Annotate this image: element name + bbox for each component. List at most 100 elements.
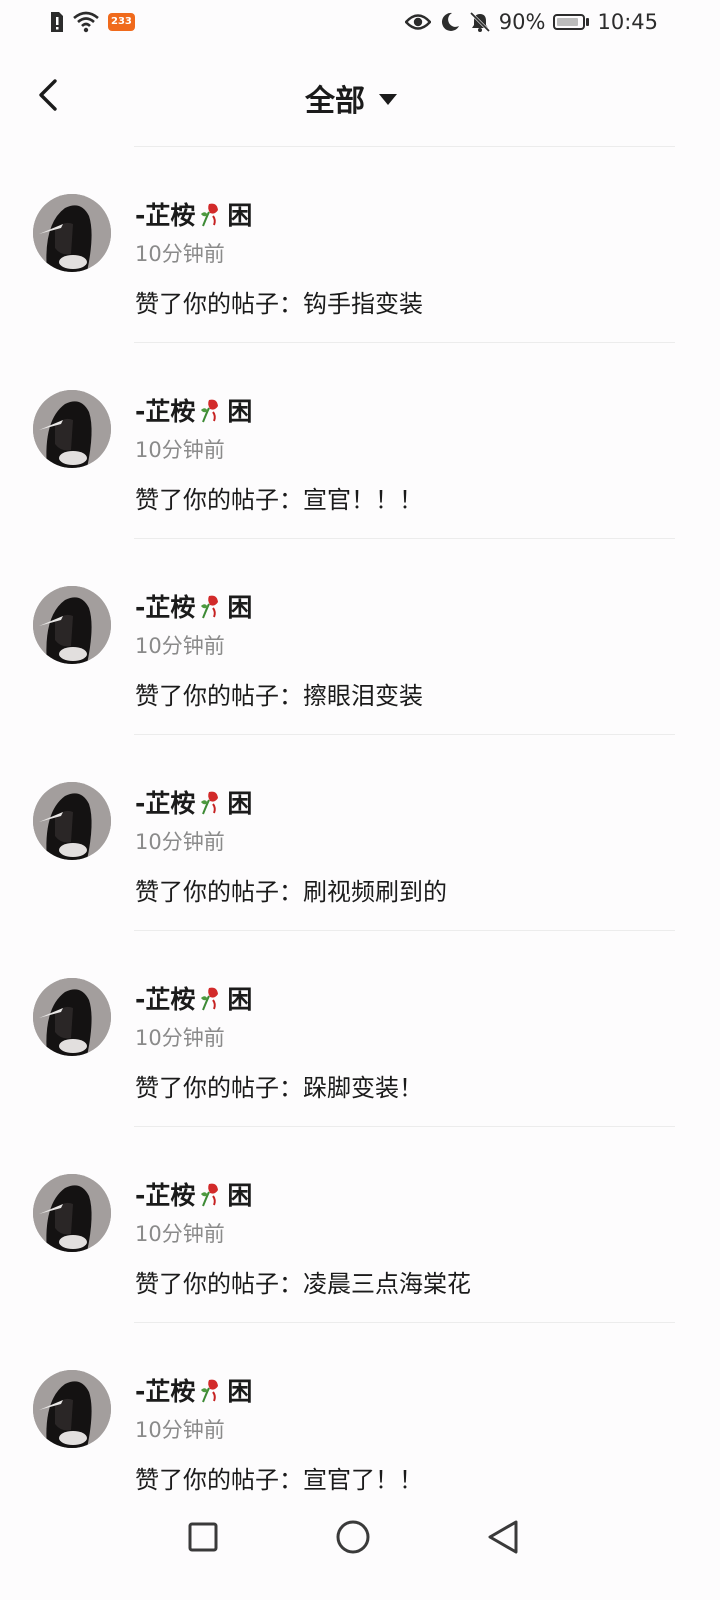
notification-text[interactable]: 赞了你的帖子： 擦眼泪变装 [135,676,423,711]
avatar-image [33,1174,111,1252]
timestamp: 10分钟前 [135,242,225,266]
notification-text[interactable]: 赞了你的帖子： 刷视频刷到的 [135,872,447,907]
notification-item[interactable]: -芷桉 困 10分钟前 赞了你的帖子： 凌晨三点海棠花 [0,1126,720,1322]
post-title: 宣官了！！ [303,1466,423,1494]
username-row[interactable]: -芷桉 困 [135,196,252,232]
notification-item[interactable]: -芷桉 困 10分钟前 赞了你的帖子： 擦眼泪变装 [0,538,720,734]
avatar[interactable] [33,782,111,860]
notification-item[interactable]: -芷桉 困 10分钟前 赞了你的帖子： 钩手指变装 [0,146,720,342]
post-title: 刷视频刷到的 [303,878,447,906]
username-suffix: 困 [227,789,253,818]
post-title: 跺脚变装！ [303,1074,423,1102]
post-title: 凌晨三点海棠花 [303,1270,471,1298]
username: -芷桉 [135,1377,196,1406]
username: -芷桉 [135,789,196,818]
sim-alert-icon [51,12,63,32]
action-label: 赞了你的帖子： [135,486,303,514]
back-nav-button[interactable] [478,1512,528,1562]
status-right: 90% 10:45 [404,10,658,34]
back-triangle-icon [488,1520,518,1554]
avatar[interactable] [33,194,111,272]
wilted-rose-icon [201,203,219,227]
action-label: 赞了你的帖子： [135,1270,303,1298]
username-row[interactable]: -芷桉 困 [135,980,252,1016]
timestamp: 10分钟前 [135,1026,225,1050]
avatar-image [33,194,111,272]
chevron-left-icon [39,79,57,111]
post-title: 擦眼泪变装 [303,682,423,710]
notification-item[interactable]: -芷桉 困 10分钟前 赞了你的帖子： 刷视频刷到的 [0,734,720,930]
notification-item[interactable]: -芷桉 困 10分钟前 赞了你的帖子： 宣官了！！ [0,1322,720,1518]
action-label: 赞了你的帖子： [135,1074,303,1102]
timestamp: 10分钟前 [135,1222,225,1246]
username-row[interactable]: -芷桉 困 [135,1176,252,1212]
wilted-rose-icon [201,595,219,619]
clock: 10:45 [597,10,658,34]
notification-text[interactable]: 赞了你的帖子： 宣官了！！ [135,1460,423,1495]
username: -芷桉 [135,1181,196,1210]
wilted-rose-icon [201,1183,219,1207]
avatar[interactable] [33,586,111,664]
wilted-rose-icon [201,987,219,1011]
username: -芷桉 [135,593,196,622]
avatar-image [33,978,111,1056]
action-label: 赞了你的帖子： [135,878,303,906]
post-title: 宣官！！！ [303,486,423,514]
username-suffix: 困 [227,593,253,622]
username-row[interactable]: -芷桉 困 [135,392,252,428]
action-label: 赞了你的帖子： [135,290,303,318]
back-button[interactable] [30,76,66,114]
avatar[interactable] [33,1370,111,1448]
header: 全部 [0,62,720,128]
moon-icon [441,12,459,31]
wilted-rose-icon [201,399,219,423]
notification-text[interactable]: 赞了你的帖子： 宣官！！！ [135,480,423,515]
timestamp: 10分钟前 [135,1418,225,1442]
username: -芷桉 [135,201,196,230]
page-title: 全部 [305,84,365,119]
battery-percent: 90% [498,10,546,34]
username-suffix: 困 [227,1377,253,1406]
status-bar: 233 90% 10:45 [0,0,720,50]
username-suffix: 困 [227,1181,253,1210]
notification-item[interactable]: -芷桉 困 10分钟前赞了你的帖子： 跺脚变装！ [0,930,720,1126]
system-nav-bar [0,1492,720,1600]
eye-icon [404,14,431,30]
username-suffix: 困 [227,201,253,230]
bell-off-icon [469,11,490,33]
home-button[interactable] [328,1512,378,1562]
username: -芷桉 [135,397,196,426]
caret-down-icon [379,93,397,105]
battery-icon [553,14,590,30]
avatar-image [33,390,111,468]
avatar[interactable] [33,978,111,1056]
username-row[interactable]: -芷桉 困 [135,784,252,820]
app-badge-icon: 233 [108,13,135,31]
avatar-image [33,1370,111,1448]
notification-text[interactable]: 赞了你的帖子： 钩手指变装 [135,284,423,319]
timestamp: 10分钟前 [135,438,225,462]
action-label: 赞了你的帖子： [135,1466,303,1494]
avatar-image [33,782,111,860]
wilted-rose-icon [201,791,219,815]
notification-text[interactable]: 赞了你的帖子： 凌晨三点海棠花 [135,1264,471,1299]
notification-text[interactable]: 赞了你的帖子： 跺脚变装！ [135,1068,423,1103]
wilted-rose-icon [201,1379,219,1403]
action-label: 赞了你的帖子： [135,682,303,710]
status-left: 233 [48,11,135,33]
filter-dropdown[interactable]: 全部 [305,76,397,120]
recents-button[interactable] [178,1512,228,1562]
recents-square-icon [188,1522,218,1552]
avatar[interactable] [33,1174,111,1252]
username-row[interactable]: -芷桉 困 [135,588,252,624]
username-suffix: 困 [227,397,253,426]
timestamp: 10分钟前 [135,830,225,854]
timestamp: 10分钟前 [135,634,225,658]
wifi-icon [73,11,99,33]
post-title: 钩手指变装 [303,290,423,318]
avatar[interactable] [33,390,111,468]
notification-item[interactable]: -芷桉 困 10分钟前 赞了你的帖子： 宣官！！！ [0,342,720,538]
username-row[interactable]: -芷桉 困 [135,1372,252,1408]
avatar-image [33,586,111,664]
username-suffix: 困 [227,985,253,1014]
